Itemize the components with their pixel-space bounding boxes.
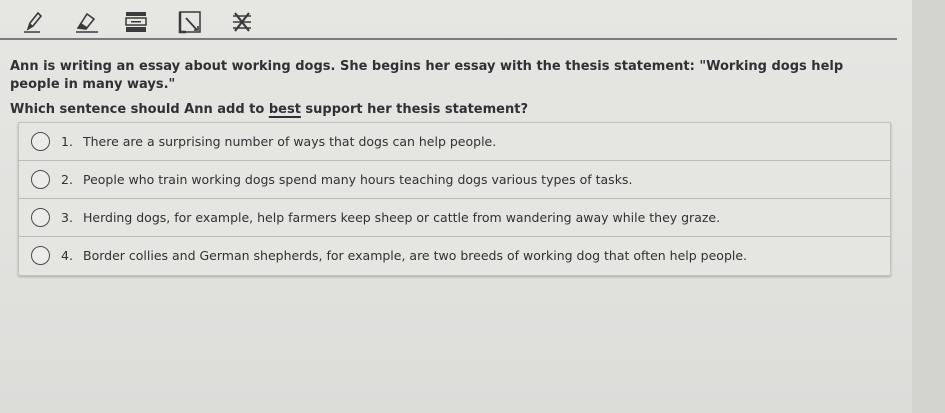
answer-eliminator-icon[interactable]: [228, 8, 256, 36]
eraser-icon[interactable]: [72, 8, 100, 36]
answer-choice-number: 1.: [61, 133, 73, 149]
answer-choice-4[interactable]: 4. Border collies and German shepherds, f…: [19, 237, 890, 275]
question-prompt-before: Which sentence should Ann add to: [10, 102, 269, 117]
answer-choice-text: There are a surprising number of ways th…: [83, 133, 497, 149]
answer-choice-text: Herding dogs, for example, help farmers …: [83, 209, 721, 225]
answer-choice-1[interactable]: 1. There are a surprising number of ways …: [19, 123, 890, 161]
radio-button[interactable]: [31, 207, 50, 227]
line-reader-icon[interactable]: [122, 8, 150, 36]
pencil-icon[interactable]: [18, 8, 46, 36]
answer-choice-number: 2.: [61, 171, 73, 187]
answer-choice-label: 4. Border collies and German shepherds, f…: [61, 248, 747, 264]
annotate-icon[interactable]: [176, 8, 204, 36]
answer-choices: 1. There are a surprising number of ways …: [18, 122, 891, 276]
toolbar-divider: [0, 38, 897, 40]
question-prompt: Which sentence should Ann add to best su…: [10, 101, 890, 119]
tool-bar: [0, 0, 912, 44]
question-prompt-after: support her thesis statement?: [300, 102, 528, 117]
radio-button[interactable]: [31, 246, 50, 265]
answer-choice-text: Border collies and German shepherds, for…: [83, 248, 748, 263]
answer-choice-text: People who train working dogs spend many…: [83, 171, 633, 187]
answer-choice-label: 1. There are a surprising number of ways …: [61, 134, 496, 150]
answer-choice-label: 3. Herding dogs, for example, help farmer…: [61, 210, 720, 226]
answer-choice-3[interactable]: 3. Herding dogs, for example, help farmer…: [19, 199, 890, 237]
question-prompt-emphasis: best: [268, 102, 301, 117]
answer-choice-number: 3.: [61, 209, 73, 225]
answer-choice-number: 4.: [61, 248, 73, 263]
radio-button[interactable]: [31, 169, 50, 189]
answer-choice-label: 2. People who train working dogs spend ma…: [61, 172, 632, 188]
answer-choice-2[interactable]: 2. People who train working dogs spend ma…: [19, 161, 890, 199]
radio-button[interactable]: [31, 131, 50, 151]
test-page: Ann is writing an essay about working do…: [0, 0, 912, 413]
question-stem: Ann is writing an essay about working do…: [10, 59, 844, 92]
